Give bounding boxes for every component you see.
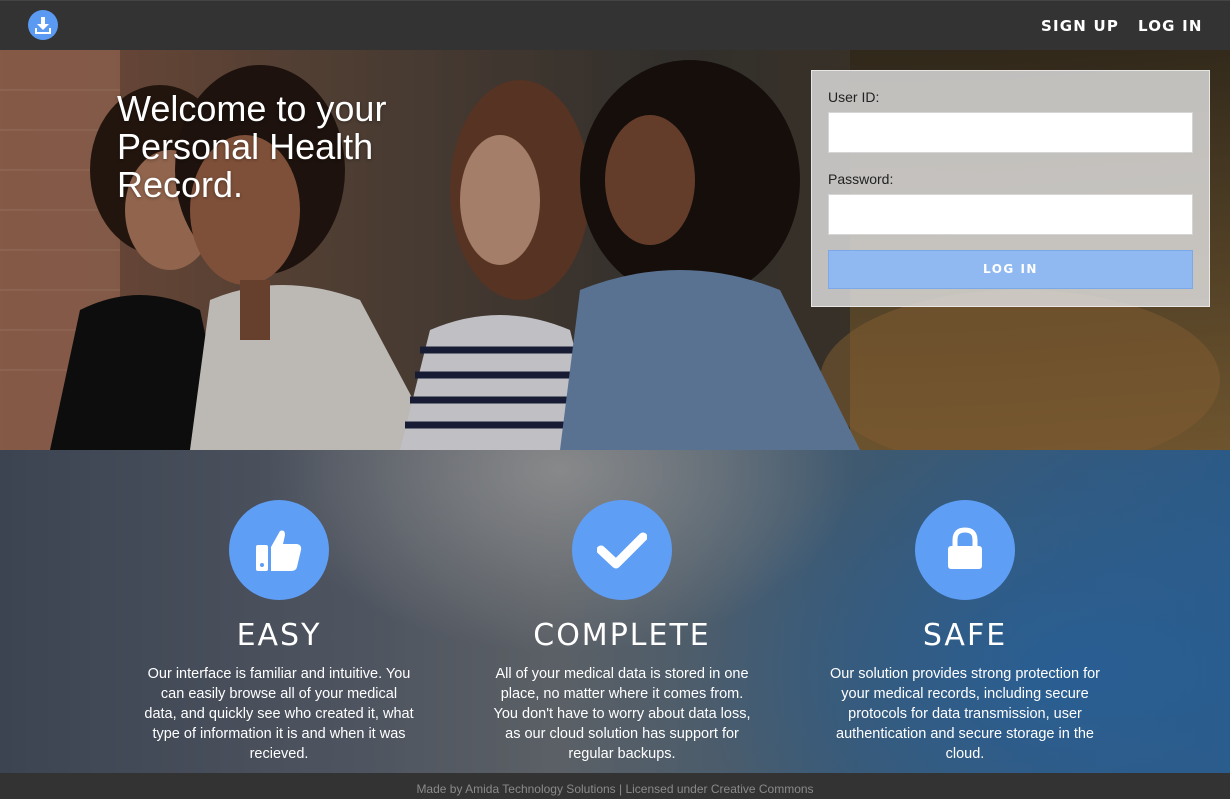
feature-description: Our solution provides strong protection …	[830, 666, 1100, 762]
user-id-input[interactable]	[828, 112, 1193, 153]
feature-title: COMPLETE	[533, 618, 711, 653]
password-input[interactable]	[828, 194, 1193, 235]
lock-icon-glyph	[948, 527, 982, 569]
footer: Made by Amida Technology Solutions | Lic…	[0, 773, 1230, 799]
login-form: User ID: Password: LOG IN	[811, 70, 1210, 307]
hero-title: Welcome to your Personal Health Record.	[117, 88, 387, 205]
feature-title: SAFE	[922, 618, 1008, 653]
lock-icon	[915, 500, 1015, 600]
checkmark-icon	[572, 500, 672, 600]
feature-description: All of your medical data is stored in on…	[493, 666, 751, 762]
log-in-button[interactable]: LOG IN	[828, 250, 1193, 289]
sign-up-link[interactable]: SIGN UP	[1041, 17, 1119, 35]
feature-title: EASY	[236, 618, 322, 653]
hero-section: Welcome to your Personal Health Record. …	[0, 50, 1230, 450]
log-in-link[interactable]: LOG IN	[1138, 17, 1203, 35]
checkmark-icon-glyph	[597, 532, 647, 569]
thumbs-up-icon	[229, 500, 329, 600]
download-icon-glyph	[35, 17, 51, 34]
feature-description: Our interface is familiar and intuitive.…	[144, 666, 414, 762]
password-label: Password:	[828, 171, 894, 187]
user-id-label: User ID:	[828, 89, 880, 105]
features-section: EASY Our interface is familiar and intui…	[0, 450, 1230, 773]
top-navbar: SIGN UP LOG IN	[0, 0, 1230, 50]
download-icon[interactable]	[28, 10, 58, 40]
thumbs-up-icon-glyph	[256, 530, 302, 571]
